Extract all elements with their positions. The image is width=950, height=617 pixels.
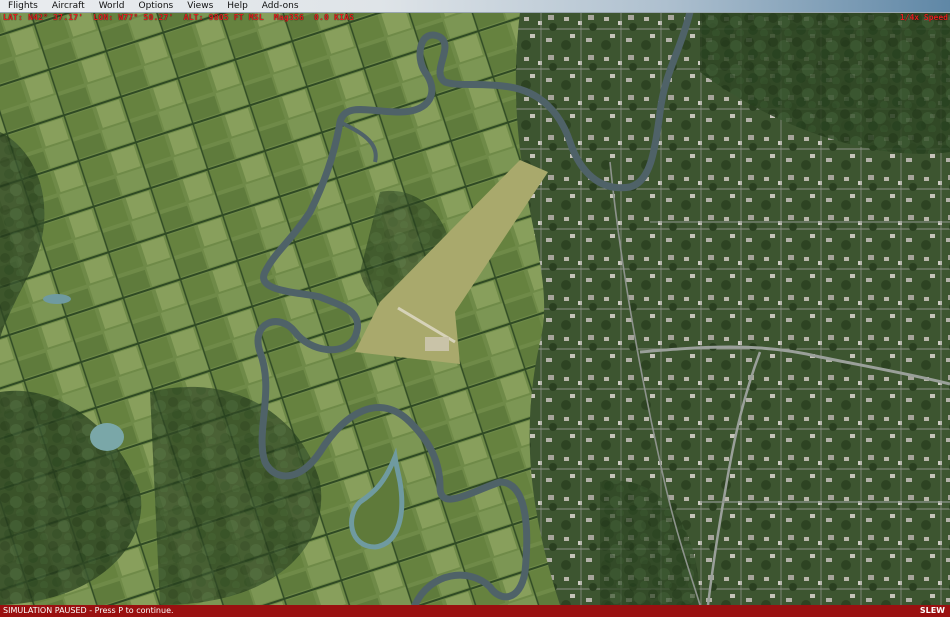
menu-options[interactable]: Options: [131, 0, 180, 12]
menu-views[interactable]: Views: [180, 0, 220, 12]
pond: [43, 294, 71, 304]
slew-indicator: SLEW: [919, 606, 945, 615]
flight-sim-viewport[interactable]: [0, 8, 950, 609]
position-readout: LAT: N42° 37.17' LON: W77° 50.27' ALT: 9…: [3, 13, 355, 22]
status-bar: SIMULATION PAUSED - Press P to continue.…: [0, 605, 950, 617]
hangar: [425, 337, 449, 351]
pause-message: SIMULATION PAUSED - Press P to continue.: [3, 606, 174, 615]
aerial-scenery: [0, 8, 950, 609]
menu-flights[interactable]: Flights: [0, 0, 45, 12]
sim-speed-readout: 1/4x Speed: [899, 13, 948, 22]
menu-aircraft[interactable]: Aircraft: [45, 0, 92, 12]
menu-world[interactable]: World: [92, 0, 132, 12]
menu-add-ons[interactable]: Add-ons: [255, 0, 306, 12]
menu-help[interactable]: Help: [220, 0, 255, 12]
menu-bar: Flights Aircraft World Options Views Hel…: [0, 0, 950, 13]
pond: [90, 423, 124, 451]
